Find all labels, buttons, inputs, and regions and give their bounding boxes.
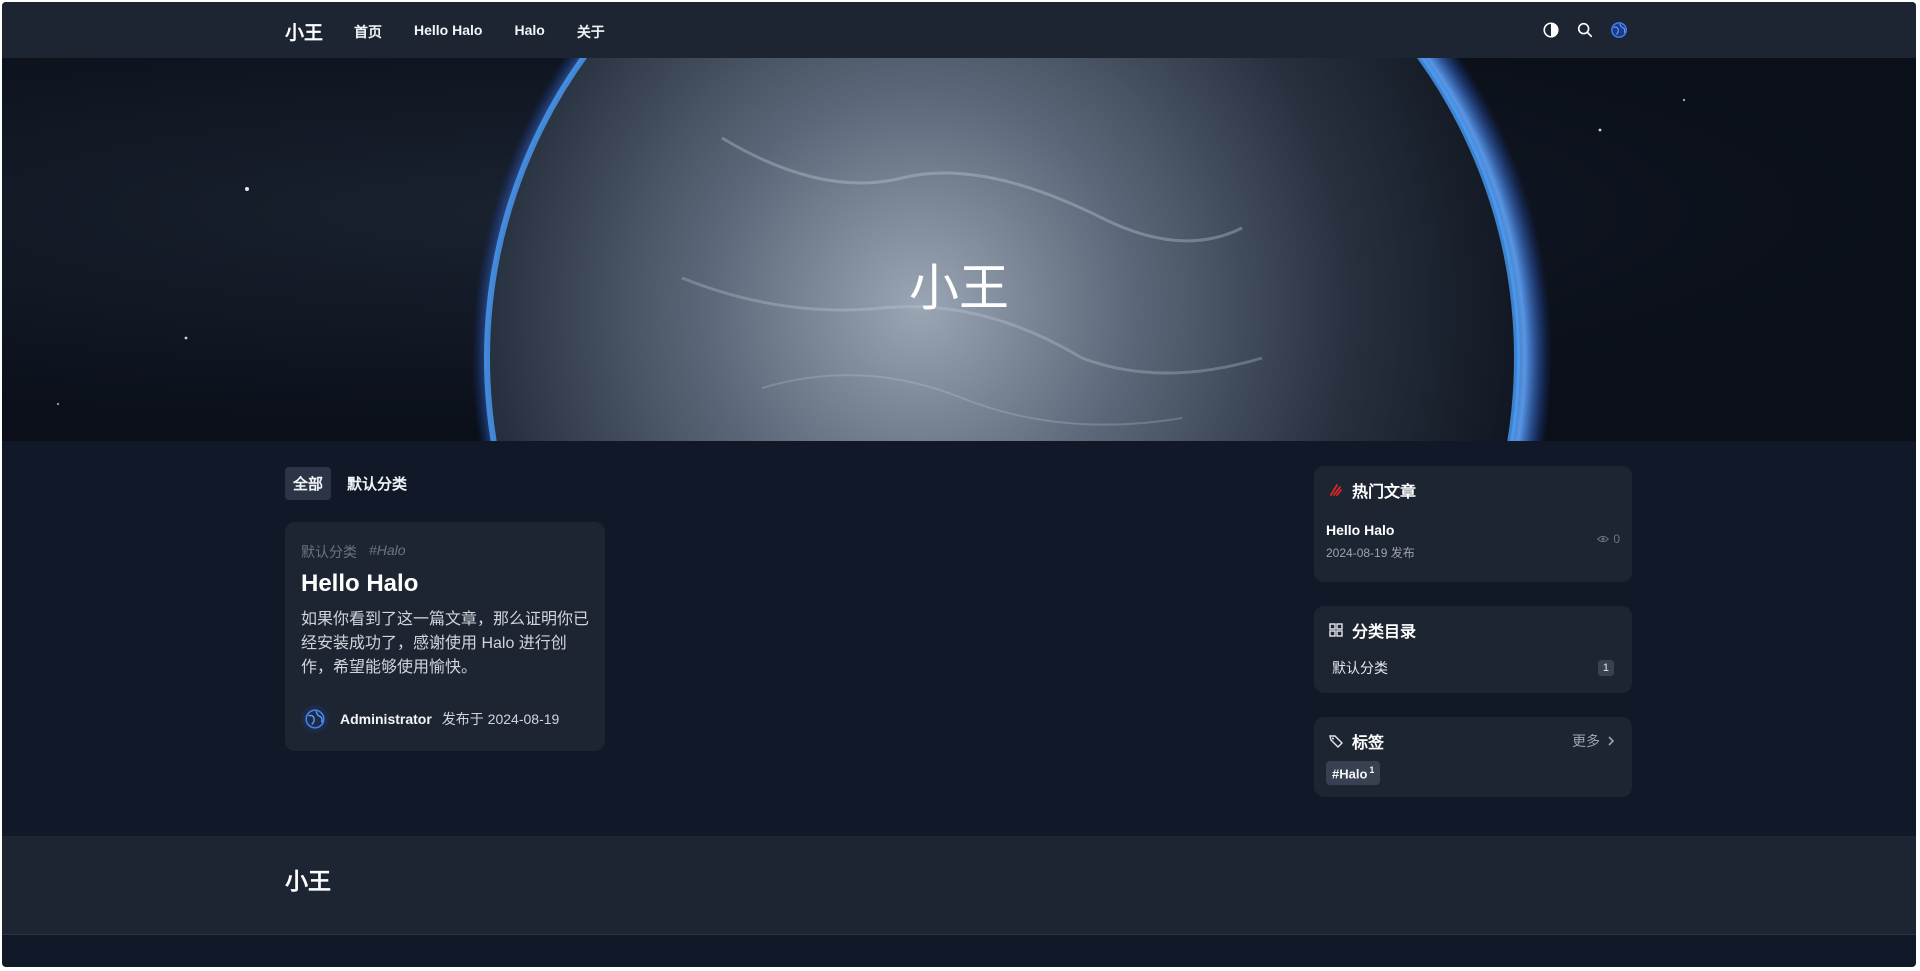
post-tag[interactable]: #Halo (369, 542, 406, 562)
categories-header: 分类目录 (1328, 618, 1416, 642)
tags-title: 标签 (1352, 735, 1385, 752)
top-navbar: 小王 首页 Hello Halo Halo 关于 (2, 2, 1916, 59)
hot-post-views: 0 (1597, 532, 1620, 546)
tab-all[interactable]: 全部 (285, 467, 332, 500)
tags-more-link[interactable]: 更多 (1572, 731, 1616, 751)
tab-default-category[interactable]: 默认分类 (339, 467, 415, 500)
post-meta: 默认分类 #Halo (301, 542, 406, 562)
hot-post-date: 2024-08-19 发布 (1326, 546, 1415, 560)
hot-posts-title: 热门文章 (1352, 484, 1417, 501)
fire-icon (1330, 484, 1342, 496)
hero-title: 小王 (909, 259, 1009, 316)
more-label: 更多 (1572, 733, 1600, 749)
browser-viewport: 小王 首页 Hello Halo Halo 关于 小王 全部 默认分类 默认分类… (2, 2, 1916, 967)
post-title[interactable]: Hello Halo (301, 570, 418, 598)
post-card[interactable]: 默认分类 #Halo Hello Halo 如果你看到了这一篇文章，那么证明你已… (285, 522, 605, 751)
globe-icon (305, 709, 325, 729)
post-date: 发布于 2024-08-19 (441, 711, 560, 727)
footer-brand[interactable]: 小王 (285, 862, 331, 896)
site-brand[interactable]: 小王 (285, 18, 323, 45)
chevron-right-icon (1608, 736, 1615, 746)
grid-icon (1329, 623, 1343, 637)
tag-chip-halo[interactable]: #Halo 1 (1326, 761, 1381, 786)
tags-widget: 标签 更多 #Halo 1 (1314, 717, 1632, 797)
post-category[interactable]: 默认分类 (301, 542, 357, 562)
nav-halo[interactable]: Halo (514, 22, 544, 42)
post-author[interactable]: Administrator (340, 711, 432, 727)
category-tabs: 全部 默认分类 (285, 467, 415, 500)
author-avatar[interactable] (301, 705, 329, 733)
categories-title: 分类目录 (1352, 624, 1417, 641)
category-name: 默认分类 (1332, 660, 1388, 676)
header-tools (1542, 21, 1628, 39)
tag-count: 1 (1369, 765, 1375, 775)
main-nav: 首页 Hello Halo Halo 关于 (354, 22, 605, 42)
nav-hello-halo[interactable]: Hello Halo (414, 22, 482, 42)
tag-icon (1329, 735, 1343, 748)
hot-posts-header: 热门文章 (1328, 478, 1416, 502)
eye-icon (1597, 535, 1610, 543)
theme-toggle-icon[interactable] (1542, 21, 1560, 39)
avatar-globe-icon[interactable] (1610, 21, 1628, 39)
post-footer: Administrator 发布于 2024-08-19 (301, 705, 559, 733)
hot-post-title[interactable]: Hello Halo (1326, 522, 1394, 538)
site-footer: 小王 (2, 836, 1916, 935)
nav-about[interactable]: 关于 (577, 22, 605, 42)
post-excerpt: 如果你看到了这一篇文章，那么证明你已经安装成功了，感谢使用 Halo 进行创作，… (301, 611, 590, 676)
category-count-badge: 1 (1597, 660, 1614, 676)
tag-name: #Halo (1332, 766, 1368, 782)
hot-posts-widget: 热门文章 Hello Halo 2024-08-19 发布 0 (1314, 466, 1632, 582)
categories-widget: 分类目录 默认分类 1 (1314, 606, 1632, 693)
category-item[interactable]: 默认分类 1 (1332, 658, 1614, 678)
tags-header: 标签 (1328, 729, 1384, 753)
nav-home[interactable]: 首页 (354, 22, 382, 42)
search-icon[interactable] (1576, 21, 1594, 39)
hero-banner: 小王 (2, 58, 1916, 441)
views-count: 0 (1613, 532, 1620, 546)
